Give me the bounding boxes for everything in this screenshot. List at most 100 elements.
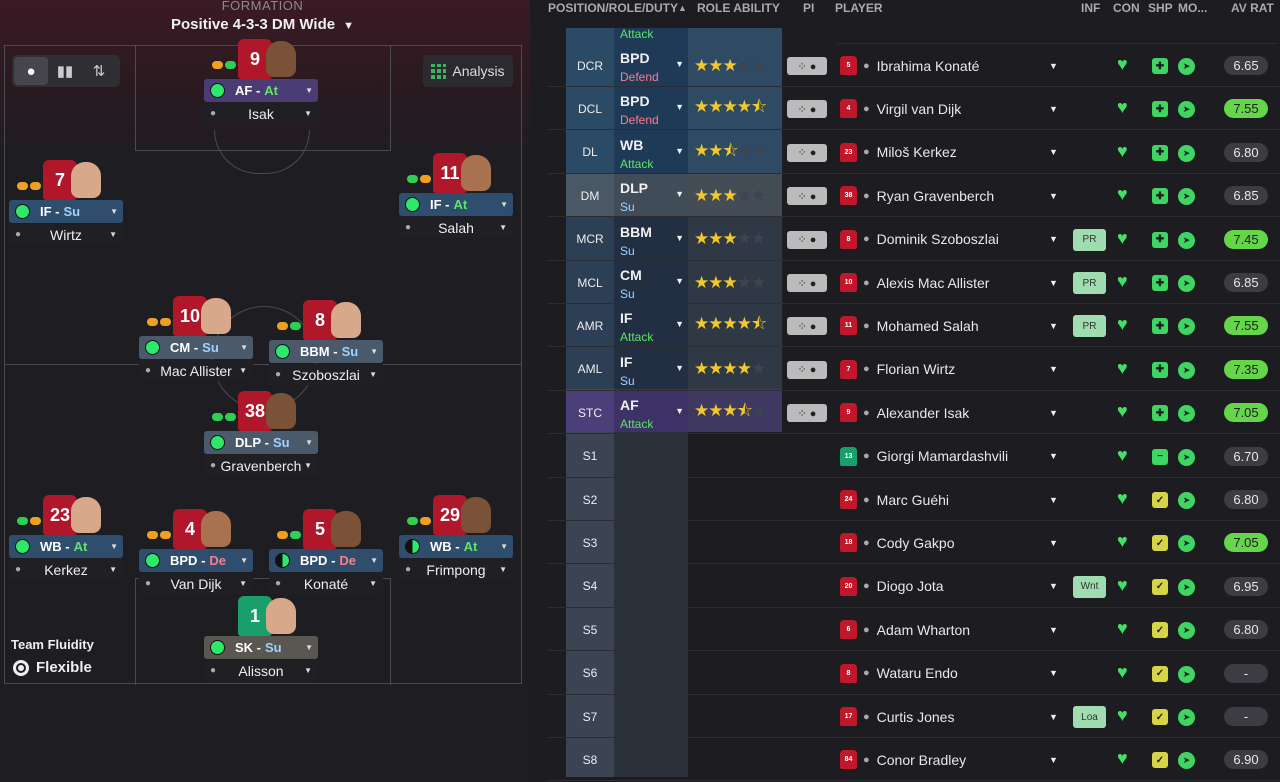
player-card[interactable]: 38 DLP - Su ▼ ● Gravenberch ▼	[204, 391, 318, 477]
header-av-rat[interactable]: AV RAT	[1231, 1, 1274, 15]
chevron-down-icon[interactable]: ▼	[1049, 321, 1058, 331]
analysis-button[interactable]: Analysis	[423, 55, 513, 87]
player-card[interactable]: 4 BPD - De ▼ ● Van Dijk ▼	[139, 509, 253, 595]
player-card[interactable]: 11 IF - At ▼ ● Salah ▼	[399, 153, 513, 239]
player-selector[interactable]: ● Van Dijk ▼	[139, 573, 253, 594]
position-cell[interactable]: S1	[566, 435, 614, 478]
player-cell[interactable]: 38 ● Ryan Gravenberch ▼	[837, 174, 1067, 217]
position-cell[interactable]: DCL	[566, 87, 614, 130]
player-instructions-icon[interactable]: ⁘ ●	[787, 143, 827, 162]
position-cell[interactable]: DL	[566, 131, 614, 174]
table-row[interactable]: S1 13 ● Giorgi Mamardashvili ▼ ♥ − ➤ 6.70	[547, 435, 1280, 478]
player-instructions-icon[interactable]: ⁘ ●	[787, 317, 827, 336]
table-row[interactable]: DCR BPD Defend ▼ ★★★ ★★ ⁘ ● 5 ● Ibrahima Konaté ▼ ♥…	[547, 44, 1280, 87]
player-selector[interactable]: ● Salah ▼	[399, 217, 513, 238]
player-cell[interactable]: 8 ● Dominik Szoboszlai ▼	[837, 218, 1067, 261]
role-selector[interactable]: AF - At ▼	[204, 79, 318, 102]
player-selector[interactable]: ● Kerkez ▼	[9, 559, 123, 580]
role-selector[interactable]: IF - Su ▼	[9, 200, 123, 223]
position-cell[interactable]: S6	[566, 652, 614, 695]
player-selector[interactable]: ● Alisson ▼	[204, 660, 318, 681]
role-selector[interactable]: WB - At ▼	[9, 535, 123, 558]
player-instructions-icon[interactable]: ⁘ ●	[787, 100, 827, 119]
table-row[interactable]: S2 24 ● Marc Guéhi ▼ ♥ ✓ ➤ 6.80	[547, 478, 1280, 521]
player-cell[interactable]: 13 ● Giorgi Mamardashvili ▼	[837, 435, 1067, 478]
player-card[interactable]: 9 AF - At ▼ ● Isak ▼	[204, 39, 318, 125]
table-row[interactable]: MCL CM Su ▼ ★★★ ★★ ⁘ ● 10 ● Alexis Mac Allister ▼ P…	[547, 261, 1280, 304]
player-cell[interactable]: 20 ● Diogo Jota ▼	[837, 565, 1067, 608]
role-cell[interactable]: IF Attack ▼	[614, 304, 688, 347]
chevron-down-icon[interactable]: ▼	[1049, 625, 1058, 635]
header-shp[interactable]: SHP	[1148, 1, 1173, 15]
player-selector[interactable]: ● Szoboszlai ▼	[269, 364, 383, 385]
chevron-down-icon[interactable]: ▼	[1049, 234, 1058, 244]
bar-chart-icon[interactable]: ▮▮	[48, 57, 82, 85]
position-cell[interactable]: STC	[566, 391, 614, 434]
player-card[interactable]: 1 SK - Su ▼ ● Alisson ▼	[204, 596, 318, 682]
position-cell[interactable]: S5	[566, 608, 614, 651]
player-cell[interactable]: 9 ● Alexander Isak ▼	[837, 391, 1067, 434]
player-cell[interactable]: 8 ● Wataru Endo ▼	[837, 652, 1067, 695]
player-cell[interactable]: 10 ● Alexis Mac Allister ▼	[837, 261, 1067, 304]
position-cell[interactable]: DCR	[566, 44, 614, 87]
chevron-down-icon[interactable]: ▼	[1049, 495, 1058, 505]
player-selector[interactable]: ● Wirtz ▼	[9, 224, 123, 245]
player-selector[interactable]: ● Isak ▼	[204, 103, 318, 124]
player-selector[interactable]: ● Frimpong ▼	[399, 559, 513, 580]
role-selector[interactable]: WB - At ▼	[399, 535, 513, 558]
player-card[interactable]: 29 WB - At ▼ ● Frimpong ▼	[399, 495, 513, 581]
position-cell[interactable]: MCR	[566, 218, 614, 261]
player-instructions-icon[interactable]: ⁘ ●	[787, 57, 827, 75]
position-cell[interactable]: S8	[566, 738, 614, 781]
header-con[interactable]: CON	[1113, 1, 1140, 15]
player-instructions-icon[interactable]: ⁘ ●	[787, 274, 827, 292]
header-mo[interactable]: MO...	[1178, 1, 1207, 15]
chevron-down-icon[interactable]: ▼	[1049, 668, 1058, 678]
role-cell[interactable]: IF Su ▼	[614, 348, 688, 391]
role-cell[interactable]: AF Attack ▼	[614, 391, 688, 434]
player-cell[interactable]: 5 ● Ibrahima Konaté ▼	[837, 44, 1067, 87]
player-selector[interactable]: ● Gravenberch ▼	[204, 455, 318, 476]
chevron-down-icon[interactable]: ▼	[1049, 581, 1058, 591]
position-cell[interactable]: S3	[566, 521, 614, 564]
chevron-down-icon[interactable]: ▼	[1049, 104, 1058, 114]
header-player[interactable]: PLAYER	[835, 1, 883, 15]
role-selector[interactable]: IF - At ▼	[399, 193, 513, 216]
header-position[interactable]: POSITION/ROLE/DUTY	[548, 1, 678, 15]
player-instructions-icon[interactable]: ⁘ ●	[787, 187, 827, 206]
position-cell[interactable]: S7	[566, 695, 614, 738]
position-cell[interactable]: DM	[566, 174, 614, 217]
player-cell[interactable]: 18 ● Cody Gakpo ▼	[837, 521, 1067, 564]
player-instructions-icon[interactable]: ⁘ ●	[787, 360, 827, 379]
header-pi[interactable]: PI	[803, 1, 814, 15]
position-cell[interactable]: S2	[566, 478, 614, 521]
chevron-down-icon[interactable]: ▼	[1049, 712, 1058, 722]
role-selector[interactable]: CM - Su ▼	[139, 336, 253, 359]
header-inf[interactable]: INF	[1081, 1, 1100, 15]
chevron-down-icon[interactable]: ▼	[1049, 61, 1058, 71]
role-selector[interactable]: SK - Su ▼	[204, 636, 318, 659]
table-row[interactable]: S5 6 ● Adam Wharton ▼ ♥ ✓ ➤ 6.80	[547, 608, 1280, 652]
player-instructions-icon[interactable]: ⁘ ●	[787, 230, 827, 249]
role-selector[interactable]: BPD - De ▼	[269, 549, 383, 572]
position-cell[interactable]: AML	[566, 348, 614, 391]
chevron-down-icon[interactable]: ▼	[1049, 364, 1058, 374]
role-cell[interactable]: CM Su ▼	[614, 261, 688, 304]
player-card[interactable]: 10 CM - Su ▼ ● Mac Allister ▼	[139, 296, 253, 382]
role-cell[interactable]: DLP Su ▼	[614, 174, 688, 217]
role-cell[interactable]: BPD Defend ▼	[614, 44, 688, 87]
player-card[interactable]: 23 WB - At ▼ ● Kerkez ▼	[9, 495, 123, 581]
player-cell[interactable]: 6 ● Adam Wharton ▼	[837, 608, 1067, 651]
role-cell[interactable]: BPD Defend ▼	[614, 87, 688, 130]
chevron-down-icon[interactable]: ▼	[1049, 451, 1058, 461]
table-row[interactable]: DL WB Attack ▼ ★★⯪ ★★ ⁘ ● 23 ● Miloš Kerkez ▼ ♥ ✚ ➤ 6.…	[547, 131, 1280, 174]
header-role-ability[interactable]: ROLE ABILITY	[697, 1, 780, 15]
table-row[interactable]: S4 20 ● Diogo Jota ▼ Wnt ♥ ✓ ➤ 6.95	[547, 565, 1280, 608]
chevron-down-icon[interactable]: ▼	[1049, 408, 1058, 418]
exchange-icon[interactable]: ⇅	[82, 57, 116, 85]
chevron-down-icon[interactable]: ▼	[1049, 755, 1058, 765]
table-row[interactable]: AMR IF Attack ▼ ★★★★⯪ ⁘ ● 11 ● Mohamed Salah ▼ PR ♥…	[547, 304, 1280, 348]
player-cell[interactable]: 7 ● Florian Wirtz ▼	[837, 348, 1067, 391]
position-cell[interactable]: S4	[566, 565, 614, 608]
role-selector[interactable]: BPD - De ▼	[139, 549, 253, 572]
